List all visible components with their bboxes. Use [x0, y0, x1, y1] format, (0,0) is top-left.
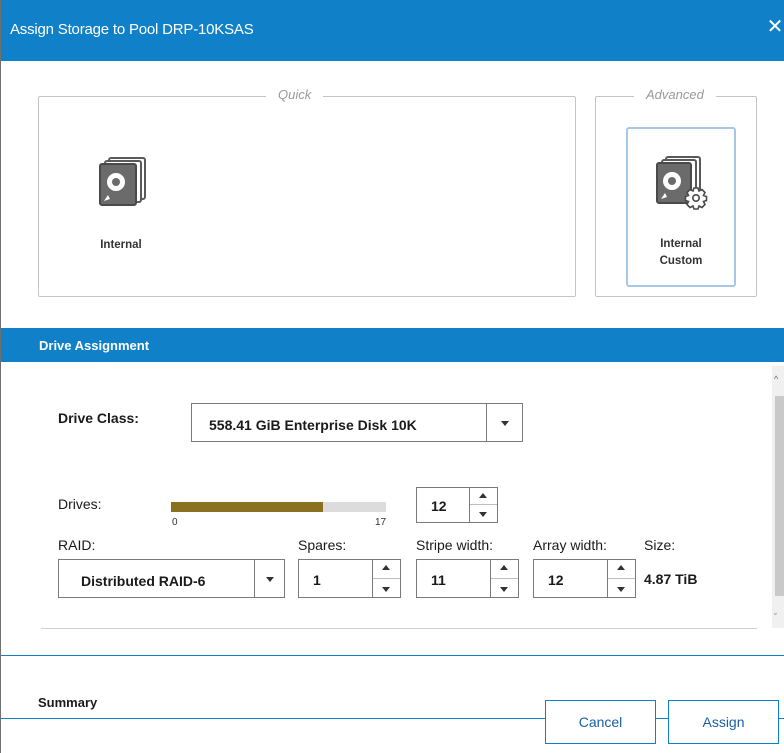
array-width-label: Array width: [533, 537, 607, 553]
chevron-down-icon [266, 577, 274, 582]
raid-label: RAID: [58, 537, 96, 553]
drives-stepper-buttons [469, 488, 497, 522]
disk-stack-gear-icon [656, 156, 708, 210]
section-divider [41, 628, 757, 629]
drives-max-label: 17 [375, 517, 387, 528]
tile-internal-custom-label: Internal Custom [628, 236, 734, 270]
tile-internal[interactable]: Internal [61, 140, 181, 270]
drive-assignment-title: Drive Assignment [39, 338, 150, 353]
drive-class-dropdown[interactable]: 558.41 GiB Enterprise Disk 10K [191, 403, 523, 442]
scroll-down-icon[interactable]: ˇ [774, 612, 777, 622]
quick-legend: Quick [266, 87, 324, 102]
chevron-down-icon [501, 421, 509, 426]
summary-bottom-rule [1, 718, 784, 719]
array-width-value: 12 [548, 572, 564, 588]
drive-assignment-scrollbar[interactable]: ^ ˇ [772, 366, 784, 628]
array-width-increment-button[interactable] [608, 560, 635, 579]
array-width-decrement-button[interactable] [608, 579, 635, 598]
assign-storage-dialog: Assign Storage to Pool DRP-10KSAS ✕ Quic… [0, 0, 784, 753]
raid-value: Distributed RAID-6 [81, 573, 206, 589]
close-icon[interactable]: ✕ [765, 16, 784, 38]
drives-min-label: 0 [172, 517, 178, 528]
stripe-width-stepper-buttons [490, 560, 518, 597]
spares-decrement-button[interactable] [373, 579, 400, 598]
arrow-up-icon [382, 565, 390, 570]
spares-label: Spares: [298, 537, 347, 553]
dialog-title: Assign Storage to Pool DRP-10KSAS [10, 21, 254, 38]
spares-stepper[interactable]: 1 [298, 559, 401, 598]
advanced-legend: Advanced [634, 87, 716, 102]
dialog-titlebar: Assign Storage to Pool DRP-10KSAS ✕ [1, 0, 784, 61]
drive-class-arrow-zone[interactable] [486, 404, 522, 441]
summary-top-rule [1, 655, 784, 656]
tile-label-line1: Internal [660, 238, 702, 250]
stripe-width-decrement-button[interactable] [491, 579, 518, 598]
scroll-up-icon[interactable]: ^ [774, 374, 778, 384]
cancel-button[interactable]: Cancel [545, 700, 656, 744]
size-label: Size: [644, 537, 676, 553]
drive-assignment-header: Drive Assignment [1, 328, 784, 362]
drive-class-label: Drive Class: [58, 410, 139, 426]
arrow-down-icon [479, 512, 487, 517]
drive-class-value: 558.41 GiB Enterprise Disk 10K [209, 417, 417, 433]
drives-value: 12 [431, 498, 447, 514]
assign-button[interactable]: Assign [668, 700, 779, 744]
stripe-width-stepper[interactable]: 11 [416, 559, 519, 598]
arrow-up-icon [500, 565, 508, 570]
arrow-down-icon [617, 587, 625, 592]
spares-value: 1 [313, 572, 321, 588]
stripe-width-increment-button[interactable] [491, 560, 518, 579]
size-value: 4.87 TiB [644, 571, 698, 587]
tile-label-line2: Custom [659, 255, 703, 267]
raid-dropdown[interactable]: Distributed RAID-6 [58, 559, 285, 598]
scrollbar-thumb[interactable] [775, 396, 784, 596]
tile-internal-label: Internal [100, 239, 142, 251]
spares-stepper-buttons [372, 560, 400, 597]
array-width-stepper[interactable]: 12 [533, 559, 636, 598]
raid-arrow-zone[interactable] [254, 560, 284, 597]
drives-increment-button[interactable] [470, 488, 497, 505]
arrow-down-icon [500, 587, 508, 592]
summary-label[interactable]: Summary [38, 695, 97, 710]
drives-stepper[interactable]: 12 [416, 487, 498, 523]
stripe-width-value: 11 [431, 572, 446, 588]
arrow-up-icon [617, 565, 625, 570]
arrow-down-icon [382, 587, 390, 592]
drives-slider[interactable] [171, 502, 386, 512]
stripe-width-label: Stripe width: [416, 537, 494, 553]
arrow-up-icon [479, 493, 487, 498]
drives-slider-fill [171, 502, 323, 512]
array-width-stepper-buttons [607, 560, 635, 597]
disk-stack-icon [99, 157, 146, 206]
spares-increment-button[interactable] [373, 560, 400, 579]
drives-decrement-button[interactable] [470, 505, 497, 522]
tile-internal-custom[interactable]: Internal Custom [626, 127, 736, 287]
drives-label: Drives: [58, 496, 102, 512]
